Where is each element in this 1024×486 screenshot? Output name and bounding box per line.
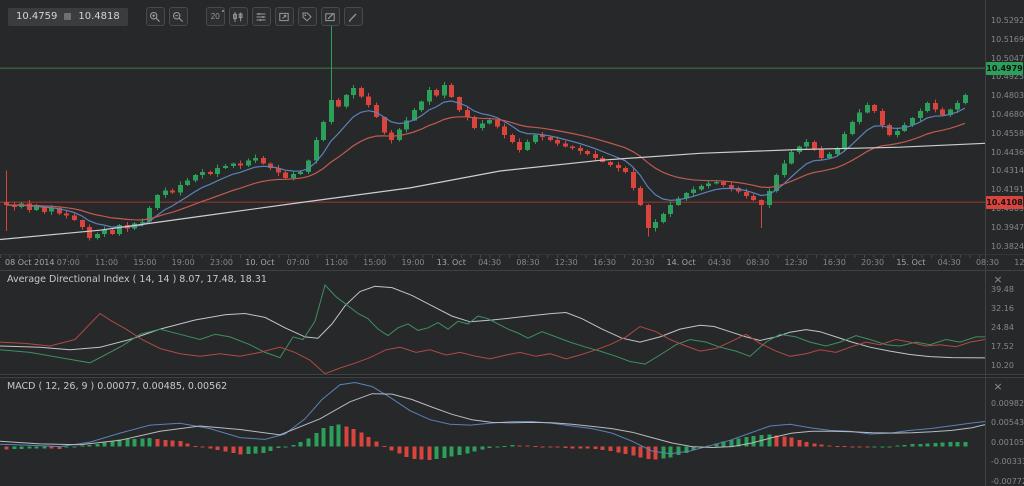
minus-di <box>0 314 985 374</box>
time-tick-label: 15. Oct <box>896 258 925 267</box>
expand-chart-button[interactable] <box>275 7 294 26</box>
price-tick-label: 10.5292 <box>991 16 1024 25</box>
time-tick-label: 08:30 <box>976 258 999 267</box>
time-tick-label: 04:30 <box>708 258 731 267</box>
time-tick-label: 12:30 <box>784 258 807 267</box>
adx-tick-label: 10.20 <box>991 361 1014 370</box>
price-tick-label: 10.4558 <box>991 129 1024 138</box>
time-tick-label: 07:00 <box>287 258 310 267</box>
price-tick-label: 10.4314 <box>991 166 1024 175</box>
edit-chart-button[interactable] <box>321 7 340 26</box>
pencil-icon <box>347 11 359 23</box>
adx-close-button[interactable]: × <box>990 273 1006 287</box>
macd-tick-label: 0.00982 <box>991 399 1024 408</box>
adx <box>0 286 985 358</box>
macd-indicator-label: MACD ( 12, 26, 9 ) 0.00077, 0.00485, 0.0… <box>7 381 227 392</box>
time-tick-label: 13. Oct <box>437 258 466 267</box>
green-price-badge: 10.4979 <box>986 62 1023 75</box>
time-tick-label: 12:30 <box>1014 258 1024 267</box>
time-tick-label: 23:00 <box>210 258 233 267</box>
time-tick-label: 20:30 <box>861 258 884 267</box>
time-tick-label: 07:00 <box>57 258 80 267</box>
time-tick-label: 19:00 <box>401 258 424 267</box>
time-tick-label: 15:00 <box>133 258 156 267</box>
chart-toolbar: 10.4759 10.4818 20 <box>8 7 363 26</box>
red-price-badge: 10.4108 <box>986 196 1023 209</box>
trading-chart-window: 10.4759 10.4818 20 <box>0 0 1024 486</box>
candles-layer <box>4 8 968 241</box>
periodicity-dot-icon <box>222 10 224 12</box>
adx-tick-label: 17.52 <box>991 342 1014 351</box>
zoom-out-button[interactable] <box>169 7 188 26</box>
price-tick-label: 10.5169 <box>991 35 1024 44</box>
draw-button[interactable] <box>344 7 363 26</box>
time-tick-label: 11:00 <box>95 258 118 267</box>
tag-button[interactable] <box>298 7 317 26</box>
adx-indicator-label: Average Directional Index ( 14, 14 ) 8.0… <box>7 274 267 285</box>
macd-tick-label: -0.00772 <box>991 477 1024 486</box>
price-tick-label: 10.3947 <box>991 223 1024 232</box>
adx-tick-label: 32.16 <box>991 304 1014 313</box>
time-tick-label: 10. Oct <box>245 258 274 267</box>
bid-price: 10.4759 <box>16 11 57 22</box>
time-tick-label: 08 Oct 2014 <box>5 258 54 267</box>
candlestick-chart-icon <box>232 11 244 23</box>
zoom-out-icon <box>172 11 184 23</box>
macd-tick-label: -0.00333 <box>991 457 1024 466</box>
time-tick-label: 04:30 <box>478 258 501 267</box>
quote-box[interactable]: 10.4759 10.4818 <box>8 8 128 26</box>
time-tick-label: 16:30 <box>823 258 846 267</box>
adx-tick-label: 24.84 <box>991 323 1014 332</box>
edit-icon <box>324 11 336 23</box>
chart-canvas[interactable] <box>0 0 1024 486</box>
time-tick-label: 04:30 <box>938 258 961 267</box>
indicator-lines-icon <box>255 11 267 23</box>
periodicity-button[interactable]: 20 <box>206 7 225 26</box>
time-tick-label: 16:30 <box>593 258 616 267</box>
ma-long <box>0 143 985 239</box>
expand-icon <box>278 11 290 23</box>
time-tick-label: 19:00 <box>172 258 195 267</box>
chart-type-button[interactable] <box>229 7 248 26</box>
time-tick-label: 08:30 <box>746 258 769 267</box>
time-tick-label: 20:30 <box>631 258 654 267</box>
time-tick-label: 14. Oct <box>667 258 696 267</box>
price-tick-label: 10.4191 <box>991 185 1024 194</box>
zoom-in-button[interactable] <box>146 7 165 26</box>
time-tick-label: 08:30 <box>516 258 539 267</box>
time-tick-label: 12:30 <box>555 258 578 267</box>
ma-slow <box>6 117 965 220</box>
price-tick-label: 10.4803 <box>991 91 1024 100</box>
price-tick-label: 10.4680 <box>991 110 1024 119</box>
price-tick-label: 10.3824 <box>991 242 1024 251</box>
periodicity-label: 20 <box>211 13 220 21</box>
time-tick-label: 11:00 <box>325 258 348 267</box>
indicators-button[interactable] <box>252 7 271 26</box>
macd-tick-label: 0.00105 <box>991 438 1024 447</box>
spread-separator-icon <box>64 13 71 20</box>
price-tick-label: 10.4436 <box>991 148 1024 157</box>
zoom-in-icon <box>149 11 161 23</box>
time-tick-label: 15:00 <box>363 258 386 267</box>
macd-tick-label: 0.00543 <box>991 418 1024 427</box>
macd-close-button[interactable]: × <box>990 380 1006 394</box>
tag-icon <box>301 11 313 23</box>
ask-price: 10.4818 <box>78 11 119 22</box>
